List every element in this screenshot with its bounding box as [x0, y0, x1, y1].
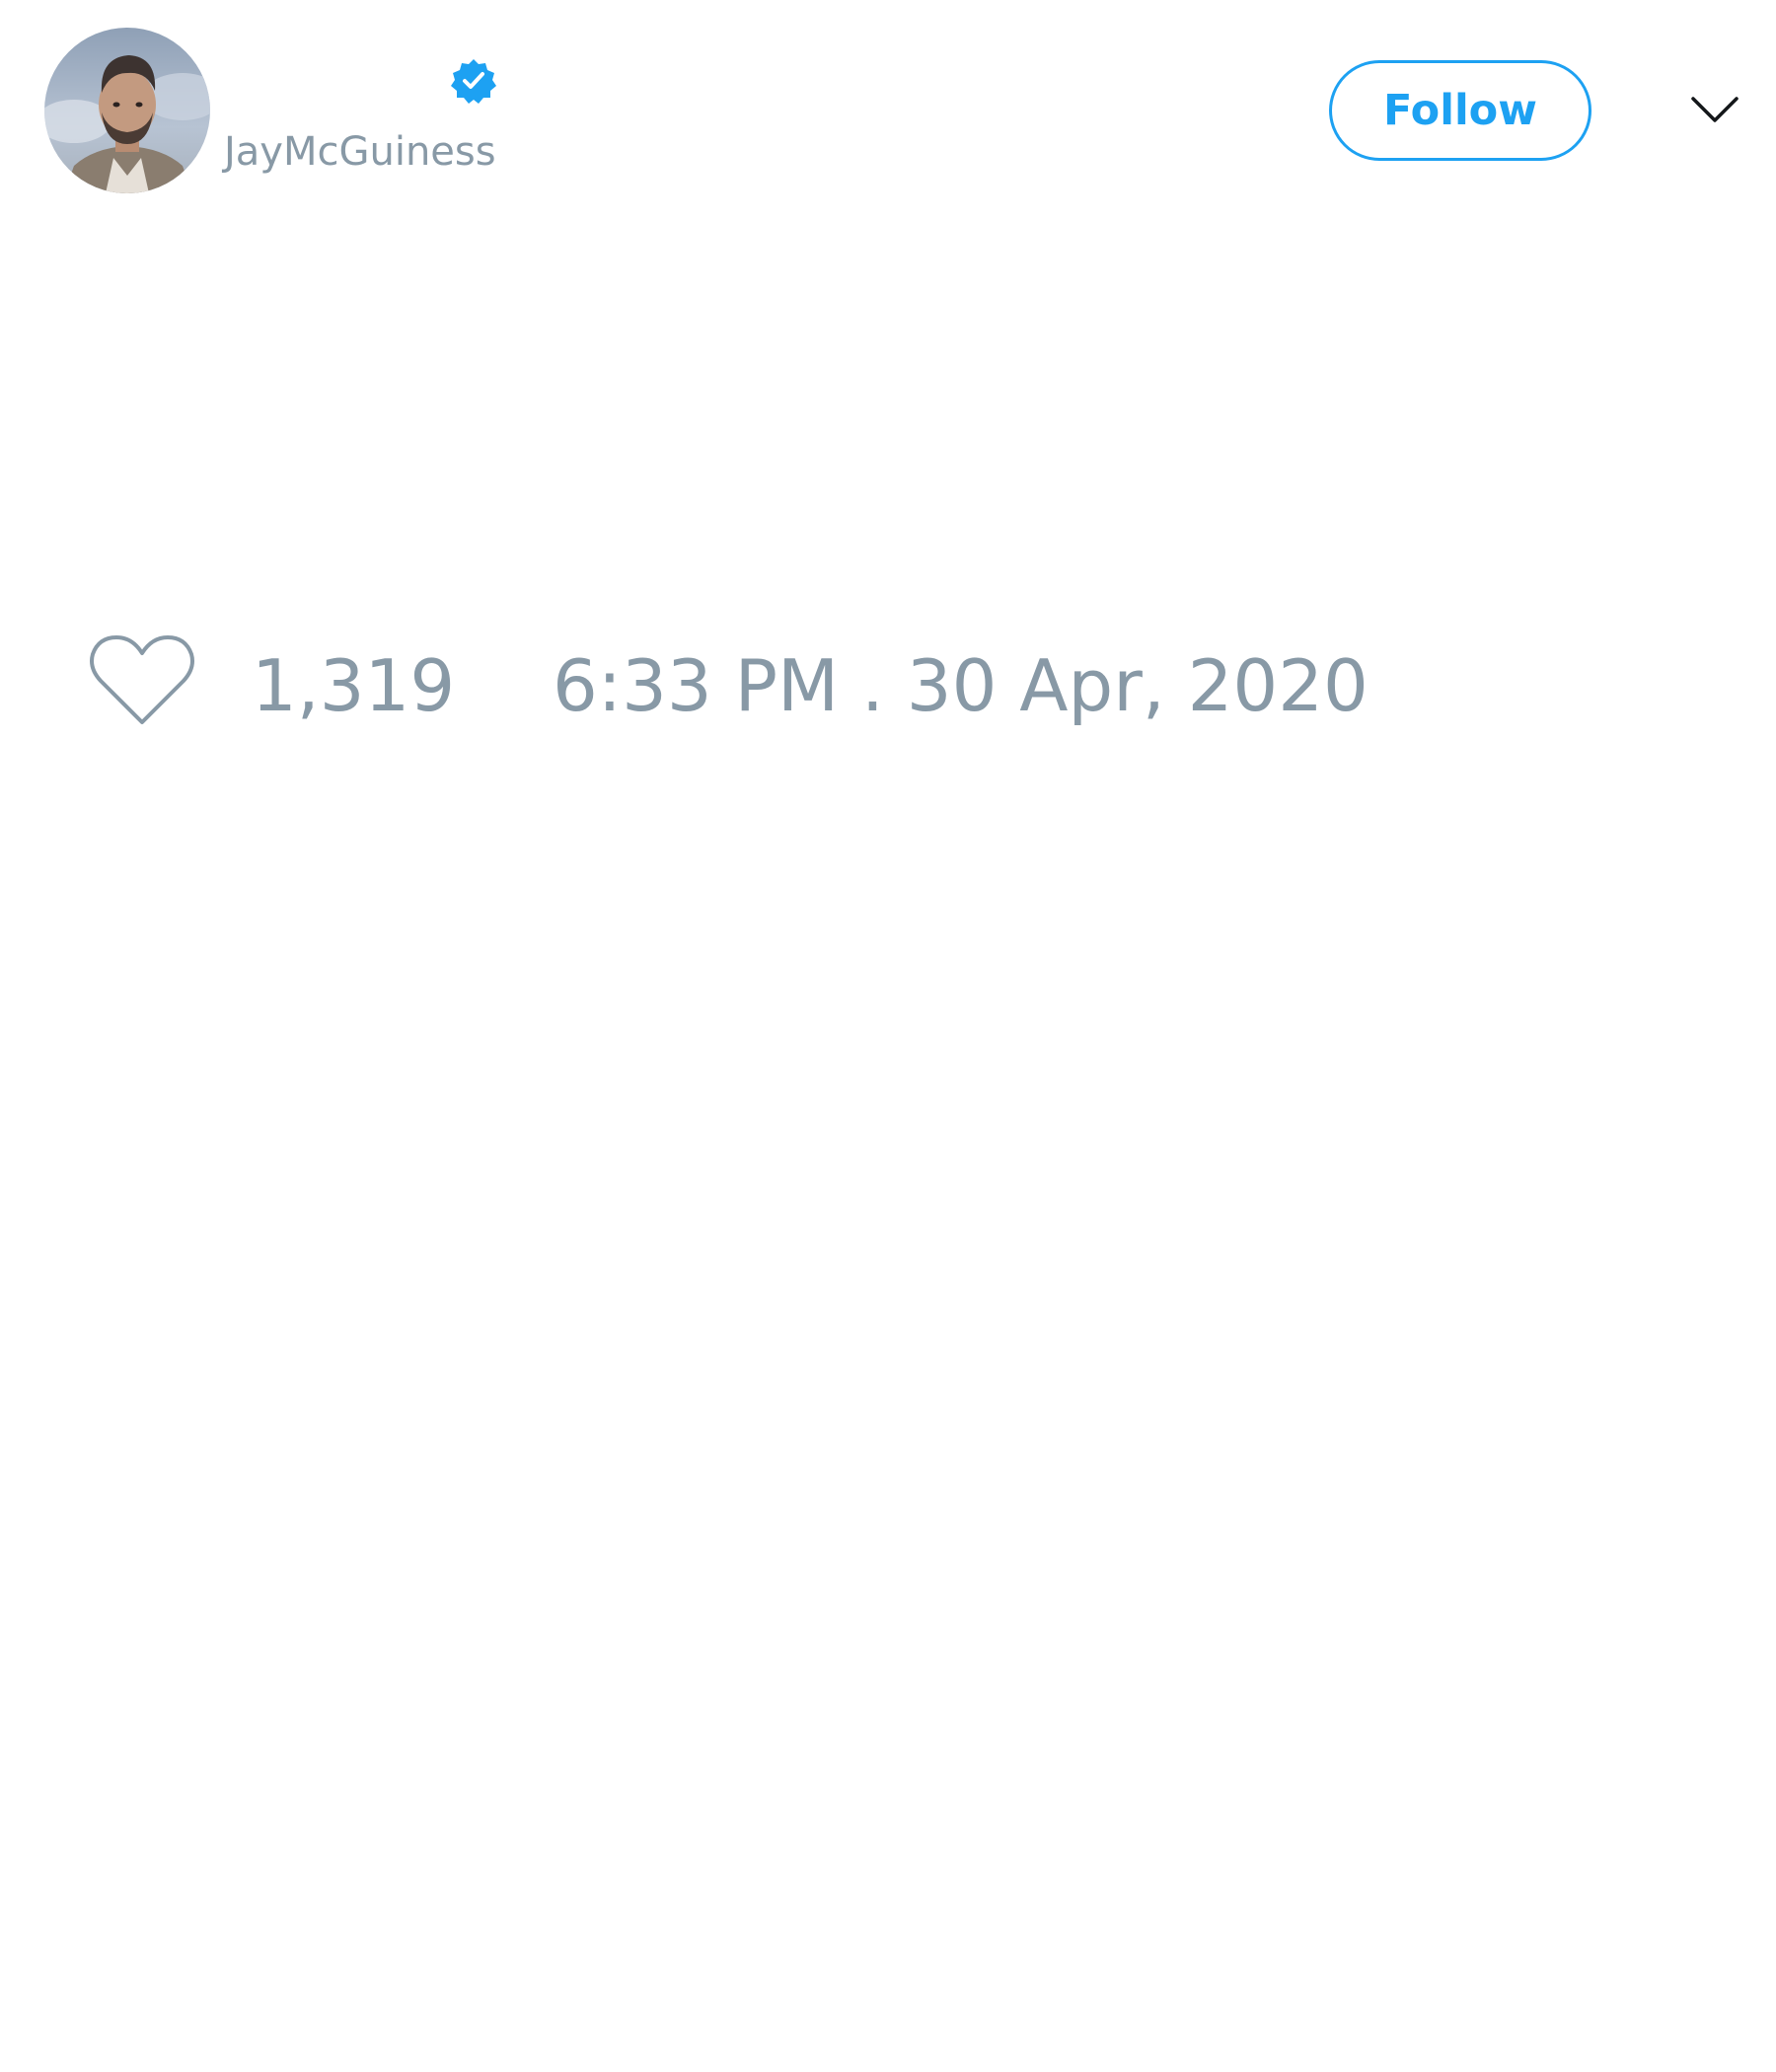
avatar-image: [44, 28, 210, 193]
heart-icon[interactable]: [87, 631, 197, 730]
tweet-footer: 1,319 6:33 PM . 30 Apr, 2020: [0, 622, 1776, 740]
follow-button[interactable]: Follow: [1329, 60, 1591, 161]
verified-badge-icon: [450, 57, 497, 105]
chevron-down-icon[interactable]: [1689, 87, 1740, 132]
tweet-header: JayMcGuiness Follow: [0, 0, 1776, 197]
tweet-timestamp[interactable]: 6:33 PM . 30 Apr, 2020: [553, 641, 1369, 730]
author-handle[interactable]: JayMcGuiness: [224, 124, 496, 180]
like-count[interactable]: 1,319: [252, 641, 455, 730]
tweet-card: JayMcGuiness Follow 1,319 6:33 PM . 30 A…: [0, 0, 1776, 2072]
avatar[interactable]: [44, 28, 210, 193]
